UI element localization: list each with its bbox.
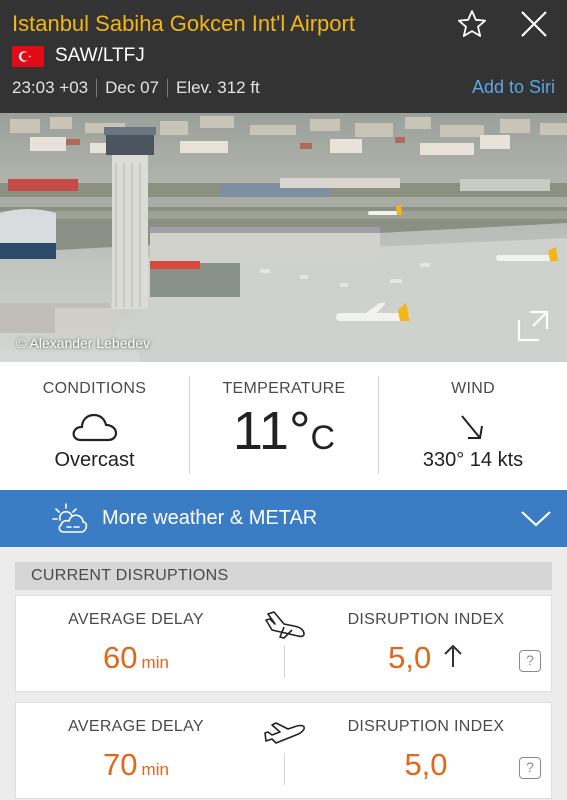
more-weather-label: More weather & METAR	[102, 507, 318, 529]
add-to-siri-link[interactable]: Add to Siri	[472, 77, 555, 98]
airport-code: SAW/LTFJ	[55, 45, 145, 66]
divider	[284, 753, 285, 785]
close-icon[interactable]	[519, 9, 549, 39]
delay-unit: min	[141, 760, 169, 779]
photo-credit: © Alexander Lebedev	[16, 335, 151, 351]
elevation: Elev. 312 ft	[175, 78, 260, 97]
divider	[284, 646, 285, 678]
airport-header: Istanbul Sabiha Gokcen Int'l Airport SAW…	[0, 0, 567, 113]
star-icon[interactable]	[456, 8, 488, 40]
delay-number: 70	[103, 747, 138, 782]
temperature-value-group: 11°C	[190, 404, 378, 465]
cloud-icon	[72, 413, 118, 442]
wind-column: WIND 330° 14 kts	[379, 362, 567, 490]
disruption-card-arrivals[interactable]: AVERAGE DELAY 60 min DISRUPTION INDEX 5,0…	[15, 595, 552, 692]
delay-number: 60	[103, 640, 138, 675]
conditions-value: Overcast	[54, 449, 135, 471]
temperature-label: TEMPERATURE	[222, 380, 346, 397]
divider	[166, 79, 168, 97]
disruption-index-label: DISRUPTION INDEX	[347, 718, 505, 735]
local-time: 23:03 +03	[12, 78, 89, 97]
delay-unit: min	[141, 653, 169, 672]
average-delay-label: AVERAGE DELAY	[68, 718, 204, 735]
airport-meta: 23:03 +03 Dec 07 Elev. 312 ft	[12, 78, 260, 98]
turkey-flag-icon	[12, 45, 44, 67]
weather-sun-cloud-icon	[52, 503, 88, 533]
average-delay-value: 70 min	[66, 747, 206, 783]
weather-panel: CONDITIONS Overcast TEMPERATURE 11°C WIN…	[0, 362, 567, 490]
temperature-value: 11°	[232, 401, 311, 461]
conditions-column: CONDITIONS Overcast	[0, 362, 189, 490]
conditions-label: CONDITIONS	[42, 380, 147, 397]
divider	[96, 79, 98, 97]
disruption-index-value: 5,0	[404, 747, 448, 782]
disruption-index-value-group: 5,0	[356, 747, 496, 783]
trend-up-icon	[444, 644, 462, 667]
disruption-card-departures[interactable]: AVERAGE DELAY 70 min DISRUPTION INDEX 5,0…	[15, 702, 552, 799]
temperature-column: TEMPERATURE 11°C	[190, 362, 378, 490]
temperature-unit: C	[310, 419, 336, 457]
expand-icon[interactable]	[517, 310, 549, 342]
chevron-down-icon[interactable]	[520, 506, 552, 530]
help-icon[interactable]: ?	[519, 757, 541, 779]
airport-title: Istanbul Sabiha Gokcen Int'l Airport	[12, 11, 355, 36]
help-icon[interactable]: ?	[519, 650, 541, 672]
local-date: Dec 07	[105, 78, 159, 97]
airport-photo-image	[0, 113, 567, 362]
disruption-index-value: 5,0	[388, 640, 432, 675]
airport-photo: © Alexander Lebedev	[0, 113, 567, 362]
plane-takeoff-icon	[264, 722, 305, 744]
wind-label: WIND	[451, 380, 495, 397]
more-weather-button[interactable]: More weather & METAR	[0, 490, 567, 547]
disruptions-title: CURRENT DISRUPTIONS	[31, 567, 229, 584]
wind-arrow-icon	[461, 415, 483, 439]
airport-code-row: SAW/LTFJ	[12, 44, 145, 68]
wind-value: 330° 14 kts	[422, 449, 524, 471]
disruption-index-value-group: 5,0	[356, 640, 496, 676]
average-delay-value: 60 min	[66, 640, 206, 676]
disruption-index-label: DISRUPTION INDEX	[347, 611, 505, 628]
plane-landing-icon	[265, 611, 305, 639]
average-delay-label: AVERAGE DELAY	[68, 611, 204, 628]
disruptions-header: CURRENT DISRUPTIONS	[15, 562, 552, 590]
